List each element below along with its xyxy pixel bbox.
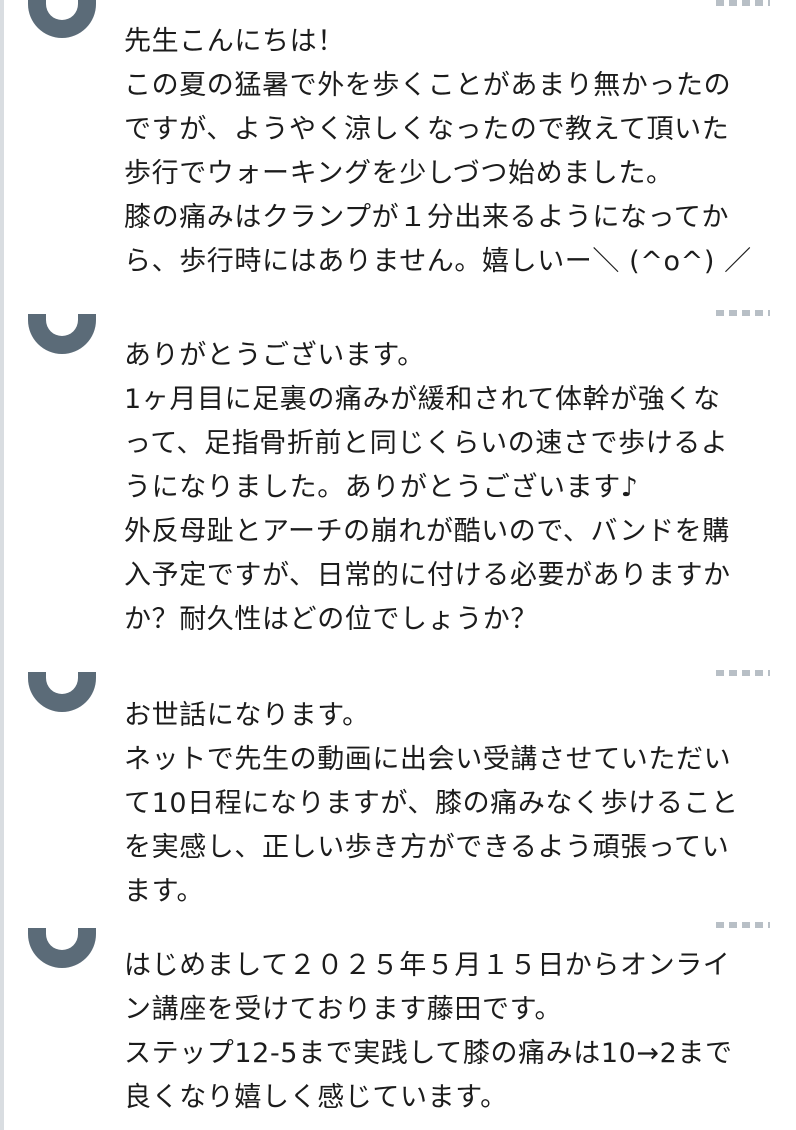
- comment-line: 良くなり嬉しく感じています。: [124, 1082, 508, 1113]
- comment-line: を実感し、正しい歩き方ができるよう頑張ってい: [124, 832, 730, 863]
- avatar[interactable]: [28, 928, 96, 968]
- comment-item: ありがとうございます。 1ヶ月目に足裏の痛みが緩和されて体幹が強くな って、足指…: [4, 302, 796, 662]
- comment-line: はじめまして２０２５年５月１５日からオンライ: [124, 950, 731, 981]
- comment-line: ネットで先生の動画に出会い受講させていただい: [124, 744, 732, 775]
- comment-text: 先生こんにちは！ この夏の猛暑で外を歩くことがあまり無かったの ですが、ようやく…: [124, 20, 774, 284]
- avatar[interactable]: [28, 672, 96, 712]
- comment-line: ありがとうございます。: [124, 340, 425, 371]
- comment-text: ありがとうございます。 1ヶ月目に足裏の痛みが緩和されて体幹が強くな って、足指…: [124, 334, 774, 642]
- comment-item: 先生こんにちは！ この夏の猛暑で外を歩くことがあまり無かったの ですが、ようやく…: [4, 0, 796, 300]
- comment-line: ステップ12-5まで実践して膝の痛みは10→2まで: [124, 1038, 733, 1069]
- timestamp-cut: [716, 0, 770, 6]
- comment-line: か？耐久性はどの位でしょうか？: [124, 604, 538, 635]
- comment-header: [124, 670, 770, 676]
- timestamp-cut: [716, 670, 770, 676]
- comment-line: 外反母趾とアーチの崩れが酷いので、バンドを購: [124, 516, 730, 547]
- comment-line: ン講座を受けております藤田です。: [124, 994, 563, 1025]
- comment-line: ら、歩行時にはありません。嬉しいー＼ (^o^) ／: [124, 246, 752, 277]
- comment-line: ですが、ようやく涼しくなったので教えて頂いた: [124, 114, 730, 145]
- timestamp-cut: [716, 310, 770, 316]
- comment-line: お世話になります。: [124, 700, 370, 731]
- comment-item: お世話になります。 ネットで先生の動画に出会い受講させていただい て10日程にな…: [4, 664, 796, 924]
- comment-line: 入予定ですが、日常的に付ける必要がありますか: [124, 560, 731, 591]
- timestamp-cut: [716, 922, 770, 928]
- avatar[interactable]: [28, 314, 96, 354]
- comment-line: この夏の猛暑で外を歩くことがあまり無かったの: [124, 70, 732, 101]
- comment-line: うになりました。ありがとうございます♪: [124, 472, 639, 503]
- comment-text: はじめまして２０２５年５月１５日からオンライ ン講座を受けております藤田です。 …: [124, 944, 774, 1120]
- comment-header: [124, 0, 770, 6]
- comment-item: はじめまして２０２５年５月１５日からオンライ ン講座を受けております藤田です。 …: [4, 920, 796, 1130]
- comment-line: て10日程になりますが、膝の痛みなく歩けること: [124, 788, 739, 819]
- comment-line: 膝の痛みはクランプが１分出来るようになってか: [124, 202, 730, 233]
- comment-header: [124, 922, 770, 928]
- comment-line: 1ヶ月目に足裏の痛みが緩和されて体幹が強くな: [124, 384, 721, 415]
- comment-text: お世話になります。 ネットで先生の動画に出会い受講させていただい て10日程にな…: [124, 694, 774, 914]
- comment-header: [124, 310, 770, 316]
- comment-line: 歩行でウォーキングを少しづつ始めました。: [124, 158, 674, 189]
- avatar[interactable]: [28, 0, 96, 38]
- comment-feed: 先生こんにちは！ この夏の猛暑で外を歩くことがあまり無かったの ですが、ようやく…: [0, 0, 796, 1130]
- comment-line: ます。: [124, 876, 205, 907]
- comment-line: 先生こんにちは！: [124, 26, 345, 57]
- comment-line: って、足指骨折前と同じくらいの速さで歩けるよ: [124, 428, 729, 459]
